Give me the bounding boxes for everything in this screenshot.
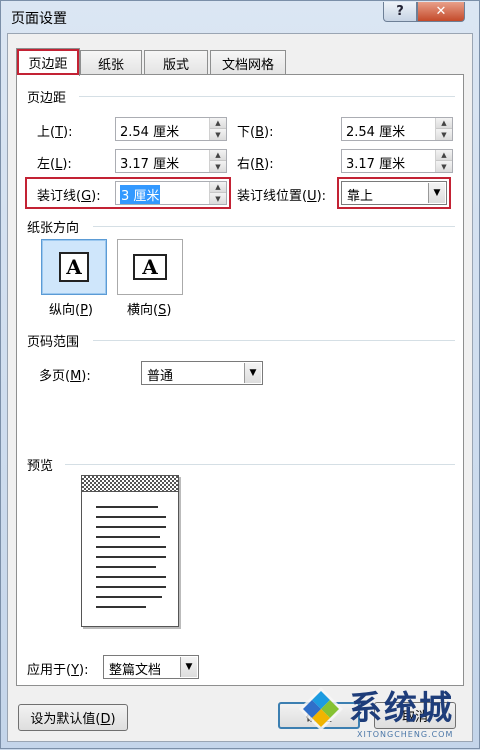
preview-line	[96, 566, 156, 568]
stepper-buttons: ▲ ▼	[209, 182, 226, 204]
set-default-button[interactable]: 设为默认值(D)	[18, 704, 128, 731]
gutter-pattern	[82, 476, 178, 492]
separator	[93, 226, 455, 227]
title-bar: 页面设置 ? ✕	[1, 1, 479, 31]
cancel-label: 取消	[401, 710, 428, 725]
preview-line	[96, 596, 162, 598]
close-button[interactable]: ✕	[417, 2, 465, 22]
top-margin-value: 2.54 厘米	[120, 125, 180, 140]
preview-line	[96, 536, 160, 538]
multiple-pages-select[interactable]: 普通 ▼	[141, 361, 263, 385]
stepper-buttons: ▲ ▼	[435, 150, 452, 172]
left-margin-label: 左(L):	[37, 157, 72, 172]
multiple-pages-label: 多页(M):	[39, 369, 91, 384]
preview-line	[96, 606, 146, 608]
set-default-label: 设为默认值(D)	[30, 712, 116, 727]
stepper-buttons: ▲ ▼	[209, 118, 226, 140]
landscape-button[interactable]: A	[117, 239, 183, 295]
left-margin-stepper[interactable]: 3.17 厘米 ▲ ▼	[115, 149, 227, 173]
multiple-pages-value: 普通	[147, 369, 174, 384]
stepper-up-icon[interactable]: ▲	[436, 118, 452, 129]
tab-label: 页边距	[28, 57, 68, 72]
bottom-margin-stepper[interactable]: 2.54 厘米 ▲ ▼	[341, 117, 453, 141]
gutter-position-select[interactable]: 靠上 ▼	[341, 181, 447, 205]
dialog-client: 页边距 纸张 版式 文档网格 页边距 上(T): 2.54 厘米 ▲ ▼ 下(B…	[7, 33, 473, 742]
left-margin-value: 3.17 厘米	[120, 157, 180, 172]
bottom-margin-label: 下(B):	[237, 125, 274, 140]
chevron-down-icon[interactable]: ▼	[180, 657, 197, 677]
preview-group-label: 预览	[27, 459, 54, 474]
gutter-stepper[interactable]: 3 厘米 ▲ ▼	[115, 181, 227, 205]
portrait-label: 纵向(P)	[49, 303, 93, 318]
stepper-up-icon[interactable]: ▲	[210, 150, 226, 161]
landscape-page-icon: A	[133, 254, 167, 280]
tab-layout[interactable]: 版式	[144, 50, 208, 75]
separator	[93, 340, 455, 341]
preview-line	[96, 556, 166, 558]
help-button[interactable]: ?	[383, 2, 417, 22]
preview-line	[96, 526, 166, 528]
tab-margins[interactable]: 页边距	[16, 48, 80, 76]
separator	[65, 464, 455, 465]
chevron-down-icon[interactable]: ▼	[428, 183, 445, 203]
ok-button[interactable]: 确定	[278, 702, 360, 729]
portrait-button[interactable]: A	[41, 239, 107, 295]
stepper-up-icon[interactable]: ▲	[210, 118, 226, 129]
pages-group-label: 页码范围	[27, 335, 80, 350]
preview-line	[96, 576, 166, 578]
tab-label: 版式	[162, 57, 189, 73]
stepper-down-icon[interactable]: ▼	[436, 129, 452, 140]
separator	[79, 96, 455, 97]
right-margin-value: 3.17 厘米	[346, 157, 406, 172]
portrait-page-icon: A	[59, 252, 89, 282]
cancel-button[interactable]: 取消	[374, 702, 456, 729]
dialog-title: 页面设置	[11, 11, 67, 27]
right-margin-stepper[interactable]: 3.17 厘米 ▲ ▼	[341, 149, 453, 173]
gutter-position-label: 装订线位置(U):	[237, 189, 327, 204]
landscape-label: 横向(S)	[127, 303, 172, 318]
bottom-margin-value: 2.54 厘米	[346, 125, 406, 140]
apply-to-label: 应用于(Y):	[27, 663, 89, 678]
gutter-position-value: 靠上	[347, 189, 374, 204]
tab-label: 纸张	[97, 57, 124, 73]
ok-label: 确定	[305, 710, 332, 725]
close-icon: ✕	[435, 4, 447, 19]
preview-line	[96, 546, 166, 548]
tab-label: 文档网格	[221, 57, 274, 73]
right-margin-label: 右(R):	[237, 157, 274, 172]
stepper-buttons: ▲ ▼	[435, 118, 452, 140]
stepper-up-icon[interactable]: ▲	[210, 182, 226, 193]
margins-panel: 页边距 上(T): 2.54 厘米 ▲ ▼ 下(B): 2.54 厘米 ▲ ▼ …	[16, 74, 464, 686]
stepper-down-icon[interactable]: ▼	[210, 193, 226, 204]
stepper-up-icon[interactable]: ▲	[436, 150, 452, 161]
preview-line	[96, 506, 158, 508]
gutter-value: 3 厘米	[120, 185, 161, 204]
top-margin-label: 上(T):	[37, 125, 73, 140]
tab-paper[interactable]: 纸张	[80, 50, 142, 75]
preview-line	[96, 586, 166, 588]
top-margin-stepper[interactable]: 2.54 厘米 ▲ ▼	[115, 117, 227, 141]
preview-page	[81, 475, 179, 627]
preview-line	[96, 516, 166, 518]
orientation-group-label: 纸张方向	[27, 221, 80, 236]
gutter-label: 装订线(G):	[37, 189, 101, 204]
stepper-buttons: ▲ ▼	[209, 150, 226, 172]
help-icon: ?	[396, 4, 404, 19]
apply-to-select[interactable]: 整篇文档 ▼	[103, 655, 199, 679]
stepper-down-icon[interactable]: ▼	[436, 161, 452, 172]
margins-group-label: 页边距	[27, 91, 67, 106]
stepper-down-icon[interactable]: ▼	[210, 161, 226, 172]
apply-to-value: 整篇文档	[109, 663, 162, 678]
page-setup-dialog: 页面设置 ? ✕ 页边距 纸张 版式 文档网格 页边距 上(T): 2.54 厘…	[0, 0, 480, 749]
chevron-down-icon[interactable]: ▼	[244, 363, 261, 383]
stepper-down-icon[interactable]: ▼	[210, 129, 226, 140]
tab-document-grid[interactable]: 文档网格	[210, 50, 286, 75]
